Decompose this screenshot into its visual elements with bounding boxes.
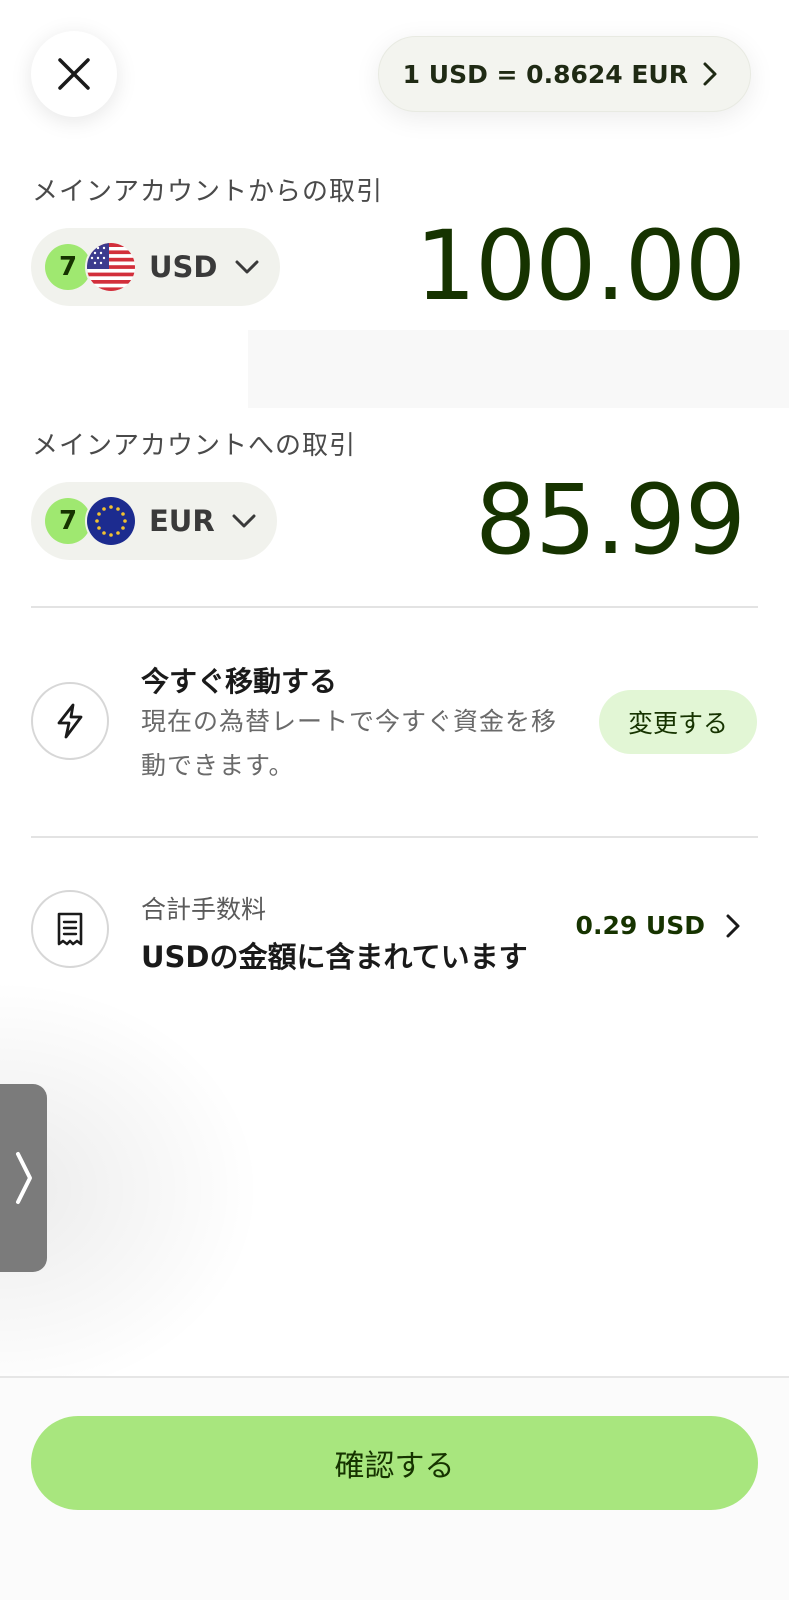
eu-flag-icon	[85, 495, 137, 547]
receipt-icon	[57, 912, 83, 946]
lightning-icon	[57, 703, 83, 739]
exchange-rate-button[interactable]: 1 USD = 0.8624 EUR	[377, 36, 751, 112]
divider	[31, 606, 758, 608]
transfer-now-description: 現在の為替レートで今すぐ資金を移動できます。	[141, 707, 558, 780]
from-currency-selector[interactable]: 7 USD	[31, 228, 280, 306]
chevron-right-icon	[726, 914, 740, 937]
us-flag-icon	[85, 241, 137, 293]
to-currency-code: EUR	[149, 504, 215, 538]
fees-icon-circle	[31, 890, 109, 968]
chevron-down-icon	[232, 514, 256, 528]
chevron-down-icon	[235, 260, 259, 274]
transfer-now-icon-circle	[31, 682, 109, 760]
total-fees-label: 合計手数料	[141, 895, 267, 924]
to-currency-selector[interactable]: 7 EUR	[31, 482, 277, 560]
from-currency-code: USD	[149, 250, 218, 284]
to-amount-input[interactable]: 85.99	[475, 472, 746, 568]
exchange-rate-label: 1 USD = 0.8624 EUR	[402, 59, 688, 89]
confirm-button[interactable]: 確認する	[31, 1416, 758, 1510]
close-icon	[58, 58, 90, 90]
change-button[interactable]: 変更する	[599, 690, 757, 754]
side-panel-handle[interactable]	[0, 1084, 47, 1272]
to-account-label: メインアカウントへの取引	[32, 431, 357, 461]
fees-included-text: USDの金額に含まれています	[141, 940, 528, 974]
chevron-right-icon	[703, 62, 717, 86]
close-button[interactable]	[31, 31, 117, 117]
fees-amount-button[interactable]: 0.29 USD	[576, 911, 741, 940]
from-account-label: メインアカウントからの取引	[32, 177, 384, 207]
from-amount-input[interactable]: 100.00	[415, 218, 746, 314]
convert-screen: 1 USD = 0.8624 EUR メインアカウントからの取引 7 USD 1…	[0, 0, 789, 1600]
divider	[31, 836, 758, 838]
chevron-right-icon	[15, 1152, 32, 1204]
separator-strip	[248, 330, 789, 408]
transfer-now-title: 今すぐ移動する	[141, 665, 338, 698]
fees-amount: 0.29 USD	[575, 911, 705, 940]
